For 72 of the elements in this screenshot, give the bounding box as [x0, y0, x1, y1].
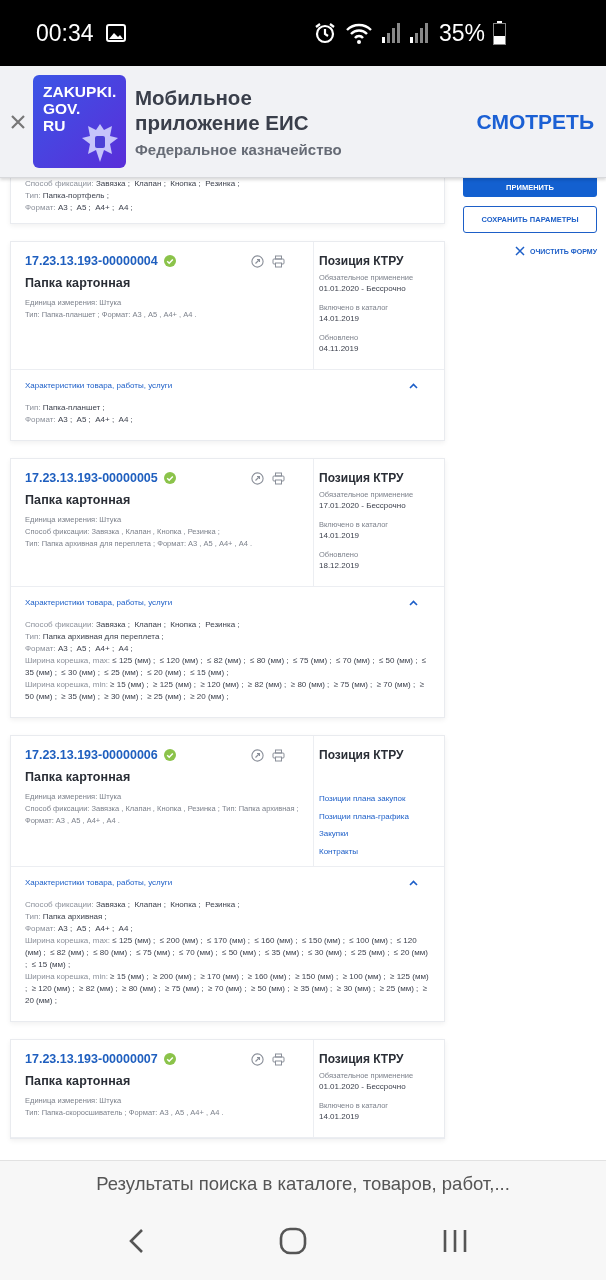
printer-icon[interactable] — [272, 1052, 285, 1066]
check-icon — [163, 1053, 176, 1065]
view-link[interactable]: СМОТРЕТЬ — [476, 109, 594, 134]
chevron-up-icon[interactable] — [409, 382, 418, 389]
characteristic-line: Тип: Папка архивная для переплета ; — [25, 631, 165, 643]
clock-time: 00:34 — [36, 19, 94, 47]
characteristics-toggle[interactable]: Характеристики товара, работы, услуги — [25, 381, 173, 390]
logo-text: ZAKUPKI. — [43, 83, 117, 100]
printer-icon[interactable] — [272, 748, 285, 762]
panel-link[interactable]: Позиции плана-графика — [319, 807, 409, 825]
printer-icon[interactable] — [272, 471, 285, 485]
panel-title: Позиция КТРУ — [319, 1052, 405, 1066]
logo-text: RU — [43, 117, 66, 134]
date-value: 14.01.2019 — [319, 530, 361, 542]
panel-title: Позиция КТРУ — [319, 748, 405, 762]
characteristic-line: Ширина корешка, max: ≤ 125 (мм) ; ≤ 120 (мм) ; ≤ 82 (мм) ; ≤ 80 (мм) ; ≤ 75 (мм) ; ≤ 70 (мм) ; ≤ 50 (мм) ; ≤ 35 (мм) ; ≤ 30 (мм) ; ≤ 25 (мм) ; ≤ 20 (мм) ; ≤ 15 (мм) ; — [25, 655, 428, 679]
characteristic-line: Формат: А3 ; А5 ; А4+ ; А4 ; — [25, 202, 134, 214]
date-value: 04.11.2019 — [319, 343, 360, 355]
printer-icon[interactable] — [272, 254, 285, 268]
characteristic-line: Тип: Папка-планшет ; — [25, 402, 106, 414]
panel-link[interactable]: Позиции плана закупок — [319, 790, 406, 808]
logo-text: GOV. — [43, 100, 81, 117]
date-value: 17.01.2020 - Бессрочно — [319, 500, 407, 512]
close-icon[interactable] — [11, 114, 25, 129]
page-title: Результаты поиска в каталоге, товаров, работ,... — [95, 1172, 511, 1195]
characteristic-line: Способ фиксации: Завязка ; Клапан ; Кнопка ; Резинка ; — [25, 619, 241, 631]
item-code-link[interactable]: 17.23.13.193-00000004 — [25, 254, 158, 268]
characteristic-line: Ширина корешка, min: ≥ 15 (мм) ; ≥ 200 (мм) ; ≥ 170 (мм) ; ≥ 160 (мм) ; ≥ 150 (мм) ; ≥ 100 (мм) ; ≥ 125 (мм) ; ≥ 120 (мм) ; ≥ 82 (мм) ; ≥ 80 (мм) ; ≥ 75 (мм) ; ≥ 70 (мм) ; ≥ 50 (мм) ; ≥ 35 (мм) ; ≥ 30 (мм) ; ≥ 25 (мм) ; ≥ 20 (мм) ; — [25, 971, 430, 1007]
item-name: Папка картонная — [25, 276, 132, 290]
chevron-up-icon[interactable] — [409, 879, 418, 886]
characteristic-line: Формат: А3 ; А5 ; А4+ ; А4 ; — [25, 643, 134, 655]
check-icon — [163, 255, 176, 267]
date-value: 01.01.2020 - Бессрочно — [319, 283, 407, 295]
panel-link[interactable]: Закупки — [319, 825, 349, 843]
characteristic-line: Ширина корешка, max: ≤ 125 (мм) ; ≤ 200 (мм) ; ≤ 170 (мм) ; ≤ 160 (мм) ; ≤ 150 (мм) ; ≤ 100 (мм) ; ≤ 120 (мм) ; ≤ 82 (мм) ; ≤ 80 (мм) ; ≤ 75 (мм) ; ≤ 70 (мм) ; ≤ 50 (мм) ; ≤ 35 (мм) ; ≤ 30 (мм) ; ≤ 25 (мм) ; ≤ 20 (мм) ; ≤ 15 (мм) ; — [25, 935, 429, 971]
check-icon — [163, 472, 176, 484]
characteristic-line: Способ фиксации: Завязка ; Клапан ; Кнопка ; Резинка ; — [25, 899, 241, 911]
date-value: 01.01.2020 - Бессрочно — [319, 1081, 407, 1093]
item-code-link[interactable]: 17.23.13.193-00000007 — [25, 1052, 158, 1066]
characteristic-line: Тип: Папка архивная ; — [25, 911, 108, 923]
battery-percent: 35% — [438, 19, 485, 47]
characteristics-toggle[interactable]: Характеристики товара, работы, услуги — [25, 598, 173, 607]
panel-title: Позиция КТРУ — [319, 254, 405, 268]
panel-link[interactable]: Контракты — [319, 842, 359, 860]
characteristic-line: Ширина корешка, min: ≥ 15 (мм) ; ≥ 125 (мм) ; ≥ 120 (мм) ; ≥ 82 (мм) ; ≥ 80 (мм) ; ≥ 75 (мм) ; ≥ 70 (мм) ; ≥ 50 (мм) ; ≥ 35 (мм) ; ≥ 30 (мм) ; ≥ 25 (мм) ; ≥ 20 (мм) ; — [25, 679, 426, 703]
characteristic-line: Способ фиксации: Завязка ; Клапан ; Кнопка ; Резинка ; — [25, 178, 241, 190]
chevron-up-icon[interactable] — [409, 599, 418, 606]
image-icon — [105, 24, 126, 42]
close-icon[interactable] — [514, 246, 525, 256]
home-icon[interactable] — [279, 1227, 307, 1255]
wifi-icon — [344, 21, 373, 45]
panel-title: Позиция КТРУ — [319, 471, 405, 485]
app-subtitle: Федеральное казначейство — [135, 141, 343, 158]
signal-icon — [408, 21, 429, 45]
date-value: 14.01.2019 — [319, 1111, 361, 1123]
recent-apps-icon[interactable] — [442, 1229, 469, 1253]
check-icon — [163, 749, 176, 761]
signal-icon — [380, 21, 401, 45]
item-name: Папка картонная — [25, 1074, 132, 1088]
back-icon[interactable] — [127, 1228, 144, 1254]
item-code-link[interactable]: 17.23.13.193-00000006 — [25, 748, 158, 762]
date-value: 14.01.2019 — [319, 313, 361, 325]
item-name: Папка картонная — [25, 770, 132, 784]
characteristic-line: Тип: Папка-портфель ; — [25, 190, 110, 202]
item-code-link[interactable]: 17.23.13.193-00000005 — [25, 471, 158, 485]
battery-icon — [493, 21, 506, 45]
app-title: Мобильное приложение ЕИС — [135, 85, 310, 135]
item-name: Папка картонная — [25, 493, 132, 507]
characteristic-line: Формат: А3 ; А5 ; А4+ ; А4 ; — [25, 923, 134, 935]
characteristic-line: Формат: А3 ; А5 ; А4+ ; А4 ; — [25, 414, 134, 426]
date-value: 18.12.2019 — [319, 560, 361, 572]
characteristics-toggle[interactable]: Характеристики товара, работы, услуги — [25, 878, 173, 887]
